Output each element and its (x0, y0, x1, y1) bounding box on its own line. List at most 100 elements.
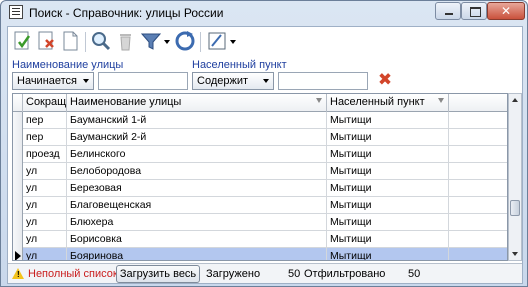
street-match-mode-select[interactable]: Начинается (12, 72, 94, 90)
column-filter-icon[interactable] (438, 98, 444, 103)
cell-abbr[interactable]: ул (23, 248, 67, 260)
vertical-scrollbar[interactable] (508, 93, 522, 261)
scroll-down-icon[interactable] (512, 252, 518, 256)
chevron-down-icon (263, 79, 269, 83)
row-indicator[interactable] (13, 214, 23, 231)
title-bar[interactable]: Поиск - Справочник: улицы России ✕ (1, 1, 527, 25)
cell-city[interactable]: Мытищи (327, 163, 449, 180)
minimize-button[interactable] (435, 2, 461, 20)
city-filter-input[interactable] (278, 72, 368, 90)
cell-street[interactable]: Березовая (67, 180, 327, 197)
filtered-count: 50 (408, 268, 421, 280)
column-header-street[interactable]: Наименование улицы (67, 94, 327, 112)
cell-abbr[interactable]: пер (23, 112, 67, 129)
cell-street[interactable]: Благовещенская (67, 197, 327, 214)
status-bar: ! Неполный список Загрузить весь Загруже… (8, 263, 522, 283)
row-indicator[interactable] (13, 197, 23, 214)
window-title: Поиск - Справочник: улицы России (29, 6, 224, 20)
table-row[interactable]: пер Бауманский 1-й Мытищи (13, 112, 507, 129)
cell-abbr[interactable]: ул (23, 163, 67, 180)
cell-city[interactable]: Мытищи (327, 129, 449, 146)
cancel-icon[interactable] (36, 30, 58, 52)
cell-street[interactable]: Бауманский 1-й (67, 112, 327, 129)
filter-dropdown-icon[interactable] (162, 30, 172, 52)
accept-icon[interactable] (12, 30, 34, 52)
load-all-button[interactable]: Загрузить весь (116, 265, 200, 283)
table-row[interactable]: ул Белобородова Мытищи (13, 163, 507, 180)
toolbar-separator (200, 32, 201, 52)
search-icon[interactable] (90, 30, 112, 52)
scroll-up-icon[interactable] (512, 98, 518, 102)
street-match-mode-value: Начинается (17, 75, 78, 87)
row-indicator[interactable] (13, 180, 23, 197)
cell-street[interactable]: Бауманский 2-й (67, 129, 327, 146)
row-indicator[interactable] (13, 248, 23, 260)
grid-header: Сокращен Наименование улицы Населенный п… (13, 94, 507, 112)
cell-city[interactable]: Мытищи (327, 231, 449, 248)
row-indicator-header (13, 94, 23, 112)
filter-labels: Наименование улицы Населенный пункт (8, 59, 522, 73)
filter-icon[interactable] (140, 30, 162, 52)
delete-icon[interactable] (114, 30, 136, 52)
refresh-icon[interactable] (174, 30, 196, 52)
street-filter-input[interactable] (98, 72, 188, 90)
cell-abbr[interactable]: ул (23, 180, 67, 197)
table-row[interactable]: ул Благовещенская Мытищи (13, 197, 507, 214)
row-indicator[interactable] (13, 129, 23, 146)
warning-icon: ! (12, 268, 24, 279)
city-match-mode-select[interactable]: Содержит (192, 72, 274, 90)
cell-abbr[interactable]: ул (23, 214, 67, 231)
cell-street[interactable]: Белобородова (67, 163, 327, 180)
table-row[interactable]: проезд Белинского Мытищи (13, 146, 507, 163)
cell-abbr[interactable]: пер (23, 129, 67, 146)
chevron-down-icon (83, 79, 89, 83)
cell-abbr[interactable]: ул (23, 231, 67, 248)
clear-filter-icon[interactable]: ✖ (376, 71, 394, 89)
cell-city[interactable]: Мытищи (327, 146, 449, 163)
incomplete-list-label: Неполный список (28, 268, 118, 280)
scroll-thumb[interactable] (510, 200, 520, 216)
cell-city[interactable]: Мытищи (327, 248, 449, 260)
edit-icon[interactable] (206, 30, 228, 52)
maximize-button[interactable] (461, 2, 487, 20)
close-button[interactable]: ✕ (487, 2, 525, 20)
new-document-icon[interactable] (60, 30, 82, 52)
cell-city[interactable]: Мытищи (327, 214, 449, 231)
city-match-mode-value: Содержит (197, 75, 249, 87)
cell-street[interactable]: Блюхера (67, 214, 327, 231)
table-row[interactable]: ул Бояринова Мытищи (13, 248, 507, 260)
toolbar-separator (85, 32, 86, 52)
close-icon: ✕ (500, 4, 512, 18)
loaded-count: 50 (288, 268, 301, 280)
cell-street[interactable]: Бояринова (67, 248, 327, 260)
column-filter-icon[interactable] (316, 98, 322, 103)
edit-dropdown-icon[interactable] (228, 30, 238, 52)
cell-city[interactable]: Мытищи (327, 112, 449, 129)
column-header-city-label: Населенный пункт (330, 96, 425, 108)
table-row[interactable]: пер Бауманский 2-й Мытищи (13, 129, 507, 146)
streets-grid: Сокращен Наименование улицы Населенный п… (12, 93, 508, 261)
row-indicator[interactable] (13, 112, 23, 129)
row-indicator[interactable] (13, 146, 23, 163)
search-window: Поиск - Справочник: улицы России ✕ Наиме… (0, 0, 528, 287)
cell-city[interactable]: Мытищи (327, 180, 449, 197)
table-row[interactable]: ул Березовая Мытищи (13, 180, 507, 197)
current-row-icon (15, 251, 21, 260)
app-icon (9, 5, 23, 19)
filtered-label: Отфильтровано (304, 268, 386, 280)
cell-street[interactable]: Белинского (67, 146, 327, 163)
client-area: Наименование улицы Населенный пункт Начи… (7, 26, 523, 284)
table-row[interactable]: ул Борисовка Мытищи (13, 231, 507, 248)
row-indicator[interactable] (13, 163, 23, 180)
cell-abbr[interactable]: ул (23, 197, 67, 214)
row-indicator[interactable] (13, 231, 23, 248)
cell-abbr[interactable]: проезд (23, 146, 67, 163)
cell-city[interactable]: Мытищи (327, 197, 449, 214)
street-filter-label: Наименование улицы (12, 59, 124, 71)
column-header-abbr[interactable]: Сокращен (23, 94, 67, 112)
city-filter-label: Населенный пункт (192, 59, 287, 71)
cell-street[interactable]: Борисовка (67, 231, 327, 248)
column-header-city[interactable]: Населенный пункт (327, 94, 449, 112)
table-row[interactable]: ул Блюхера Мытищи (13, 214, 507, 231)
column-header-street-label: Наименование улицы (70, 96, 182, 108)
